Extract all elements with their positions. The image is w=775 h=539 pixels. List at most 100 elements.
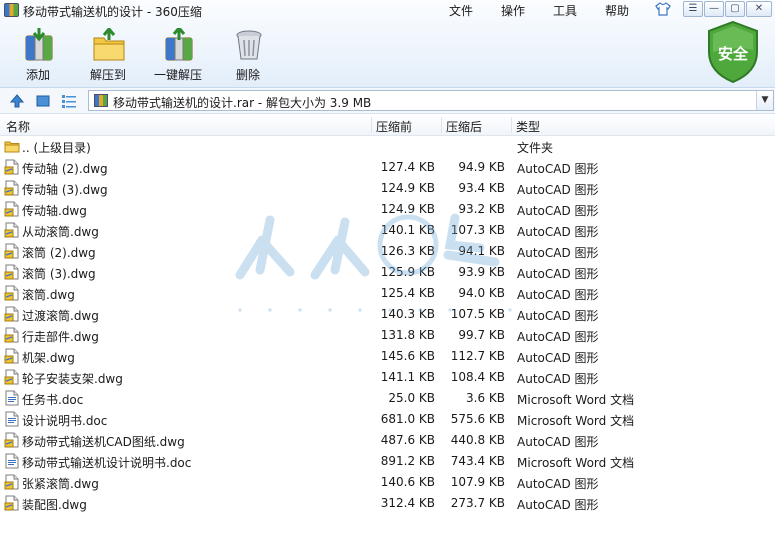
file-row[interactable]: 从动滚筒.dwg 140.1 KB 107.3 KB AutoCAD 图形 (0, 220, 775, 241)
dwg-file-icon (4, 222, 20, 238)
app-icon (4, 3, 19, 17)
close-button[interactable]: ✕ (746, 1, 772, 17)
minimize-button[interactable]: — (704, 1, 724, 17)
column-size[interactable]: 压缩前 (376, 118, 412, 135)
file-size: 312.4 KB (380, 496, 435, 510)
file-type: AutoCAD 图形 (517, 246, 599, 260)
extract-to-button[interactable]: 解压到 (77, 26, 139, 84)
file-name: 滚筒 (2).dwg (22, 246, 96, 260)
file-row[interactable]: 张紧滚筒.dwg 140.6 KB 107.9 KB AutoCAD 图形 (0, 472, 775, 493)
file-type: AutoCAD 图形 (517, 435, 599, 449)
file-size: 125.9 KB (380, 265, 435, 279)
file-size: 140.6 KB (380, 475, 435, 489)
dwg-file-icon (4, 306, 20, 322)
list-view-icon[interactable] (61, 93, 77, 109)
file-type: AutoCAD 图形 (517, 330, 599, 344)
file-row[interactable]: 移动带式输送机CAD图纸.dwg 487.6 KB 440.8 KB AutoCAD … (0, 430, 775, 451)
column-divider[interactable] (371, 117, 372, 133)
file-size: 124.9 KB (380, 202, 435, 216)
one-click-extract-button[interactable]: 一键解压 (147, 26, 209, 84)
dwg-file-icon (4, 201, 20, 217)
file-row[interactable]: 移动带式输送机设计说明书.doc 891.2 KB 743.4 KB Microsof… (0, 451, 775, 472)
file-type: AutoCAD 图形 (517, 477, 599, 491)
minimize-icon: — (709, 3, 719, 14)
column-packed[interactable]: 压缩后 (446, 118, 482, 135)
file-name: 传动轴 (2).dwg (22, 162, 108, 176)
file-type: AutoCAD 图形 (517, 351, 599, 365)
file-row[interactable]: 滚筒 (2).dwg 126.3 KB 94.1 KB AutoCAD 图形 (0, 241, 775, 262)
file-size: 125.4 KB (380, 286, 435, 300)
trash-bin-icon (236, 30, 262, 60)
menu-help[interactable]: 帮助 (605, 2, 629, 19)
file-size: 141.1 KB (380, 370, 435, 384)
file-name: 移动带式输送机CAD图纸.dwg (22, 435, 185, 449)
file-packed-size: 107.3 KB (450, 223, 505, 237)
title-bar: 移动带式输送机的设计 - 360压缩 文件 操作 工具 帮助 ☰ — ▢ ✕ (0, 0, 775, 20)
file-row[interactable]: 过渡滚筒.dwg 140.3 KB 107.5 KB AutoCAD 图形 (0, 304, 775, 325)
file-row[interactable]: 任务书.doc 25.0 KB 3.6 KB Microsoft Word 文档 (0, 388, 775, 409)
file-row[interactable]: 滚筒 (3).dwg 125.9 KB 93.9 KB AutoCAD 图形 (0, 262, 775, 283)
file-name: 过渡滚筒.dwg (22, 309, 99, 323)
file-name: 移动带式输送机设计说明书.doc (22, 456, 192, 470)
doc-file-icon (4, 411, 20, 427)
file-name: 从动滚筒.dwg (22, 225, 99, 239)
add-label: 添加 (25, 68, 50, 82)
address-bar[interactable]: 移动带式输送机的设计.rar - 解包大小为 3.9 MB ▼ (88, 90, 774, 111)
menu-file[interactable]: 文件 (449, 2, 473, 19)
address-dropdown-button[interactable]: ▼ (756, 91, 773, 110)
doc-file-icon (4, 390, 20, 406)
file-name: 行走部件.dwg (22, 330, 99, 344)
column-name[interactable]: 名称 (6, 118, 30, 135)
add-button[interactable]: 添加 (7, 26, 69, 84)
file-packed-size: 94.1 KB (458, 244, 505, 258)
dwg-file-icon (4, 495, 20, 511)
file-name: 轮子安装支架.dwg (22, 372, 123, 386)
dwg-file-icon (4, 180, 20, 196)
file-row[interactable]: 装配图.dwg 312.4 KB 273.7 KB AutoCAD 图形 (0, 493, 775, 514)
file-type: AutoCAD 图形 (517, 288, 599, 302)
file-row[interactable]: 传动轴 (2).dwg 127.4 KB 94.9 KB AutoCAD 图形 (0, 157, 775, 178)
file-row[interactable]: 滚筒.dwg 125.4 KB 94.0 KB AutoCAD 图形 (0, 283, 775, 304)
security-badge-label: 安全 (717, 45, 748, 63)
file-row[interactable]: 传动轴.dwg 124.9 KB 93.2 KB AutoCAD 图形 (0, 199, 775, 220)
add-archive-icon (25, 28, 53, 61)
extract-to-label: 解压到 (89, 68, 126, 82)
column-divider[interactable] (511, 117, 512, 133)
file-packed-size: 93.4 KB (458, 181, 505, 195)
file-row[interactable]: 传动轴 (3).dwg 124.9 KB 93.4 KB AutoCAD 图形 (0, 178, 775, 199)
menu-tools[interactable]: 工具 (553, 2, 577, 19)
file-name: 任务书.doc (22, 393, 84, 407)
column-type[interactable]: 类型 (516, 118, 540, 135)
up-arrow-icon[interactable] (9, 93, 25, 109)
menu-lines-icon: ☰ (688, 3, 698, 14)
file-row[interactable]: .. (上级目录) 文件夹 (0, 136, 775, 157)
file-type: Microsoft Word 文档 (517, 393, 635, 407)
file-size: 145.6 KB (380, 349, 435, 363)
file-packed-size: 575.6 KB (450, 412, 505, 426)
file-row[interactable]: 设计说明书.doc 681.0 KB 575.6 KB Microsoft Word … (0, 409, 775, 430)
file-packed-size: 94.0 KB (458, 286, 505, 300)
delete-button[interactable]: 删除 (217, 26, 279, 84)
file-packed-size: 112.7 KB (450, 349, 505, 363)
file-type: AutoCAD 图形 (517, 498, 599, 512)
window-menu-button[interactable]: ☰ (683, 1, 703, 17)
maximize-button[interactable]: ▢ (725, 1, 745, 17)
doc-file-icon (4, 453, 20, 469)
file-row[interactable]: 轮子安装支架.dwg 141.1 KB 108.4 KB AutoCAD 图形 (0, 367, 775, 388)
column-divider[interactable] (441, 117, 442, 133)
file-packed-size: 743.4 KB (450, 454, 505, 468)
file-size: 126.3 KB (380, 244, 435, 258)
file-row[interactable]: 机架.dwg 145.6 KB 112.7 KB AutoCAD 图形 (0, 346, 775, 367)
file-packed-size: 99.7 KB (458, 328, 505, 342)
file-list: .. (上级目录) 文件夹 传动轴 (2).dwg 127.4 KB 94.9 KB Au… (0, 136, 775, 539)
skin-tshirt-icon[interactable] (655, 2, 671, 16)
file-row[interactable]: 行走部件.dwg 131.8 KB 99.7 KB AutoCAD 图形 (0, 325, 775, 346)
file-name: 装配图.dwg (22, 498, 87, 512)
column-header: 名称 压缩前 压缩后 类型 (0, 114, 775, 136)
large-icon-view-icon[interactable] (35, 93, 51, 109)
menu-operate[interactable]: 操作 (501, 2, 525, 19)
file-type: AutoCAD 图形 (517, 183, 599, 197)
folder-icon (4, 138, 20, 154)
close-icon: ✕ (754, 3, 764, 14)
file-packed-size: 440.8 KB (450, 433, 505, 447)
